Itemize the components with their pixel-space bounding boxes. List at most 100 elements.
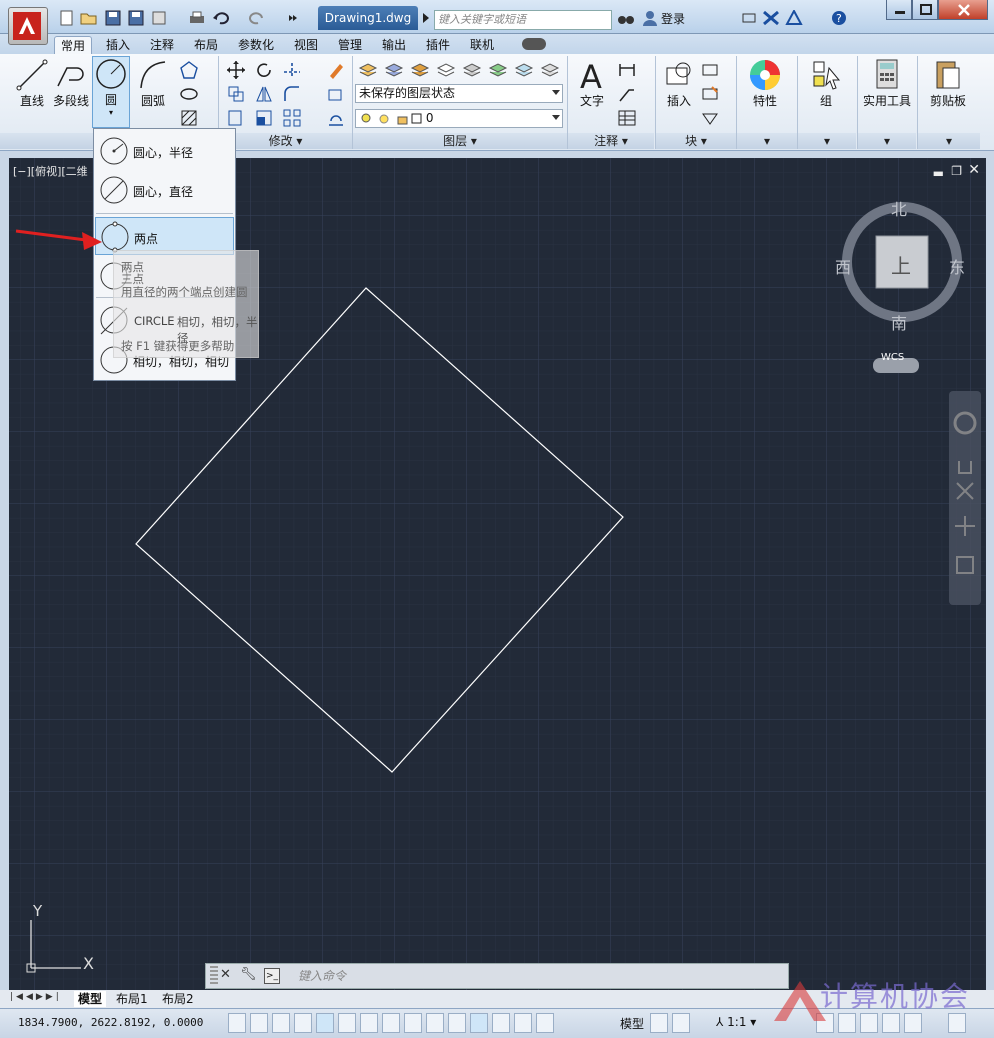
tab-layout[interactable]: 布局 (188, 36, 224, 54)
properties-panel-footer[interactable]: ▾ (737, 133, 797, 149)
annotation-scale[interactable]: ⅄ 1:1 ▾ (716, 1015, 756, 1029)
3d-osnap-icon[interactable] (360, 1013, 378, 1033)
tab-scroll-arrows[interactable]: |◀◀▶▶| (10, 992, 70, 1006)
layer-freeze-icon[interactable] (514, 60, 534, 80)
user-icon[interactable] (641, 10, 657, 26)
dyn-icon[interactable] (426, 1013, 444, 1033)
quick-view-layouts-icon[interactable] (650, 1013, 668, 1033)
infer-constraints-icon[interactable] (228, 1013, 246, 1033)
cart-icon[interactable] (740, 10, 758, 26)
new-file-icon[interactable] (58, 10, 76, 26)
minimize-button[interactable] (886, 0, 912, 20)
exchange-icon[interactable] (762, 10, 780, 26)
quick-properties-icon[interactable] (492, 1013, 510, 1033)
layer-properties-icon[interactable] (358, 60, 378, 80)
menu-item-center-diameter[interactable]: 圆心，直径 (95, 171, 234, 209)
coordinate-readout[interactable]: 1834.7900, 2622.8192, 0.0000 (18, 1016, 203, 1029)
modify-panel-footer[interactable]: 修改 ▾ (219, 133, 352, 149)
login-link[interactable]: 登录 (661, 10, 685, 28)
move-icon[interactable] (226, 60, 246, 80)
ribbon-options-icon[interactable] (522, 38, 546, 50)
fillet-icon[interactable] (282, 84, 302, 104)
array-icon[interactable] (282, 108, 302, 128)
tab-output[interactable]: 输出 (376, 36, 412, 54)
leader-icon[interactable] (617, 84, 637, 104)
tab-view[interactable]: 视图 (288, 36, 324, 54)
compass-west[interactable]: 西 (835, 254, 851, 278)
clipboard-panel-footer[interactable]: ▾ (918, 133, 980, 149)
wcs-menu[interactable]: WCS (881, 352, 904, 363)
layer-match-icon[interactable] (462, 60, 482, 80)
grid-icon[interactable] (272, 1013, 290, 1033)
search-input[interactable]: 键入关键字或短语 (434, 10, 612, 30)
save-as-icon[interactable] (127, 10, 145, 26)
offset-icon[interactable] (326, 108, 346, 128)
layer-previous-icon[interactable] (488, 60, 508, 80)
tab-online[interactable]: 联机 (464, 36, 500, 54)
menu-item-center-radius[interactable]: 圆心，半径 (95, 132, 234, 170)
rotate-icon[interactable] (254, 60, 274, 80)
group-panel-footer[interactable]: ▾ (798, 133, 856, 149)
viewport-minimize-icon[interactable]: ▬ (933, 166, 944, 180)
annotation-panel-footer[interactable]: 注释 ▾ (568, 133, 654, 149)
edit-block-icon[interactable] (700, 84, 720, 104)
tab-layout1[interactable]: 布局1 (116, 991, 148, 1007)
wrench-icon[interactable]: 🔧︎ (240, 967, 257, 982)
undo-icon[interactable] (212, 10, 230, 26)
tab-manage[interactable]: 管理 (332, 36, 368, 54)
command-input[interactable]: 键入命令 (292, 967, 772, 985)
compass-east[interactable]: 东 (949, 254, 965, 278)
group-button[interactable]: 组 (806, 58, 846, 109)
osnap-icon[interactable] (338, 1013, 356, 1033)
viewport-restore-icon[interactable]: ❐ (951, 164, 962, 178)
binoculars-icon[interactable] (617, 10, 635, 26)
otrack-icon[interactable] (382, 1013, 400, 1033)
tab-layout2[interactable]: 布局2 (162, 991, 194, 1007)
application-menu-button[interactable] (8, 7, 48, 45)
tab-insert[interactable]: 插入 (100, 36, 136, 54)
table-icon[interactable] (617, 108, 637, 128)
stretch-icon[interactable] (226, 108, 246, 128)
ortho-icon[interactable] (294, 1013, 312, 1033)
restore-button[interactable] (912, 0, 938, 20)
hatch-icon[interactable] (179, 108, 199, 128)
edit-attributes-icon[interactable] (700, 108, 720, 128)
close-icon[interactable]: ✕ (220, 967, 231, 982)
mirror-icon[interactable] (254, 84, 274, 104)
compass-south[interactable]: 南 (891, 310, 907, 334)
layer-select[interactable]: 0 (355, 109, 563, 128)
lineweight-icon[interactable] (448, 1013, 466, 1033)
autodesk360-icon[interactable] (785, 8, 803, 26)
open-file-icon[interactable] (80, 10, 98, 26)
erase-icon[interactable] (326, 60, 346, 80)
viewport-close-icon[interactable]: ✕ (968, 162, 980, 178)
cloud-icon[interactable] (150, 10, 168, 26)
model-space-toggle[interactable]: 模型 (620, 1015, 644, 1032)
arc-button[interactable]: 圆弧 (134, 58, 172, 109)
save-icon[interactable] (104, 10, 122, 26)
help-icon[interactable]: ? (830, 10, 848, 26)
utilities-panel-footer[interactable]: ▾ (858, 133, 916, 149)
chevron-right-icon[interactable] (421, 10, 431, 26)
compass-north[interactable]: 北 (891, 196, 907, 220)
trim-icon[interactable] (282, 60, 302, 80)
circle-button[interactable]: 圆 ▾ (92, 56, 130, 128)
create-block-icon[interactable] (700, 60, 720, 80)
viewcube-face-top[interactable]: 上 (891, 250, 911, 279)
text-button[interactable]: A 文字 (574, 58, 610, 109)
redo-icon[interactable] (248, 10, 266, 26)
dimension-icon[interactable] (617, 60, 637, 80)
block-panel-footer[interactable]: 块 ▾ (656, 133, 736, 149)
annotation-monitor-icon[interactable] (536, 1013, 554, 1033)
layers-panel-footer[interactable]: 图层 ▾ (353, 133, 567, 149)
layer-isolate-icon[interactable] (410, 60, 430, 80)
copy-icon[interactable] (226, 84, 246, 104)
more-icon[interactable] (284, 10, 297, 26)
explode-icon[interactable] (326, 84, 346, 104)
polar-icon[interactable] (316, 1013, 334, 1033)
viewcube[interactable] (831, 196, 971, 376)
ellipse-icon[interactable] (179, 84, 199, 104)
layer-unisolate-icon[interactable] (436, 60, 456, 80)
tab-parametric[interactable]: 参数化 (232, 36, 280, 54)
transparency-icon[interactable] (470, 1013, 488, 1033)
